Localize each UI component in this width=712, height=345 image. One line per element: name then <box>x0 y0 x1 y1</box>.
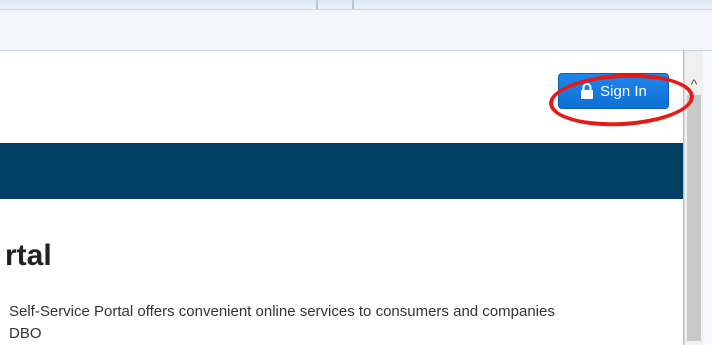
site-header: Sign In <box>0 51 683 142</box>
tab-divider <box>352 0 354 9</box>
browser-toolbar <box>0 10 712 51</box>
browser-tab-strip <box>0 0 712 10</box>
browser-window: Sign In rtal Self-Service Portal offers … <box>0 0 712 345</box>
sign-in-button[interactable]: Sign In <box>558 73 669 109</box>
intro-line-1: Self-Service Portal offers convenient on… <box>9 303 555 320</box>
intro-line-2: DBO <box>9 325 42 342</box>
navigation-bar <box>0 143 683 199</box>
scroll-thumb[interactable] <box>687 95 701 341</box>
intro-paragraph: Self-Service Portal offers convenient on… <box>9 301 677 345</box>
tab-divider <box>316 0 318 9</box>
page-title: rtal <box>5 239 52 272</box>
lock-icon <box>581 83 594 99</box>
page-viewport: Sign In rtal Self-Service Portal offers … <box>0 51 684 345</box>
scroll-up-arrow-icon[interactable]: ^ <box>685 75 703 93</box>
sign-in-label: Sign In <box>600 82 647 100</box>
vertical-scrollbar[interactable]: ^ <box>684 51 703 345</box>
